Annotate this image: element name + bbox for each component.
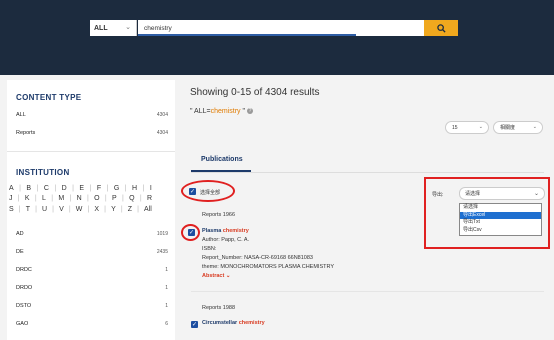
alpha-letter[interactable]: A	[9, 184, 14, 194]
institution-item-dsto[interactable]: DSTO 1	[16, 303, 168, 309]
result-title[interactable]: Circumstellar chemistry	[202, 320, 265, 326]
alpha-letter[interactable]: Y	[111, 205, 116, 215]
alpha-letter[interactable]: J	[9, 194, 13, 204]
export-option[interactable]: 导出Txt	[460, 219, 541, 227]
alpha-letter[interactable]: Q	[129, 194, 134, 204]
institution-heading: INSTITUTION	[16, 168, 70, 177]
alpha-letter[interactable]: X	[94, 205, 99, 215]
export-select[interactable]: 请选择 ⌄	[459, 187, 545, 200]
export-option[interactable]: 请选择	[460, 204, 541, 212]
alpha-letter[interactable]: T	[26, 205, 30, 215]
institution-item-drdo[interactable]: DRDO 1	[16, 285, 168, 291]
alpha-letter[interactable]: I	[150, 184, 152, 194]
alphabet-row: J | K | L | M | N | O | P | Q | R	[9, 194, 152, 204]
alpha-letter[interactable]: U	[42, 205, 47, 215]
export-option-excel[interactable]: 导出Excel	[460, 211, 541, 219]
institution-item-drdc[interactable]: DRDC 1	[16, 267, 168, 273]
alpha-letter[interactable]: D	[62, 184, 67, 194]
chevron-down-icon: ⌄	[478, 124, 483, 130]
tab-divider	[191, 172, 544, 173]
result-theme: theme: MONOCHROMATORS PLASMA CHEMISTRY	[202, 264, 335, 270]
alpha-letter[interactable]: K	[25, 194, 30, 204]
search-scope-select[interactable]: ALL ⌄	[90, 20, 137, 36]
export-options-list: 请选择 导出Excel 导出Txt 导出Csv	[459, 203, 542, 236]
alpha-letter[interactable]: W	[76, 205, 83, 215]
search-scope-value: ALL	[94, 24, 108, 32]
alpha-letter[interactable]: M	[58, 194, 64, 204]
result-type-year: Reports 1988	[202, 305, 236, 311]
institution-item-ad[interactable]: AD 1019	[16, 231, 168, 237]
query-keyword: chemistry	[210, 108, 241, 115]
result-title[interactable]: Plasma chemistry	[202, 228, 249, 234]
result-checkbox[interactable]: ✓	[191, 321, 198, 328]
institution-item-de[interactable]: DE 2435	[16, 249, 168, 255]
alpha-letter[interactable]: F	[97, 184, 101, 194]
chevron-down-icon: ⌄	[125, 24, 131, 31]
chevron-down-icon: ⌄	[532, 124, 537, 130]
alpha-letter[interactable]: H	[132, 184, 137, 194]
select-all-label: 选择全部	[200, 190, 221, 196]
export-label: 导出:	[432, 192, 444, 198]
query-summary: " ALL=chemistry "?	[190, 108, 253, 115]
abstract-toggle[interactable]: Abstract ⌄	[202, 273, 230, 279]
alpha-letter[interactable]: N	[77, 194, 82, 204]
alpha-letter[interactable]: L	[42, 194, 46, 204]
result-divider	[191, 291, 544, 292]
alpha-letter[interactable]: S	[9, 205, 14, 215]
alpha-letter[interactable]: V	[59, 205, 64, 215]
result-author: Author: Papp, C. A.	[202, 237, 250, 243]
select-all-checkbox[interactable]: ✓	[189, 188, 196, 195]
alpha-letter[interactable]: C	[44, 184, 49, 194]
export-option[interactable]: 导出Csv	[460, 227, 541, 235]
top-header	[0, 0, 554, 75]
alphabet-filter: A | B | C | D | E | F | G | H | I J | K | L | M | N |…	[9, 184, 161, 215]
alpha-letter[interactable]: All	[144, 205, 152, 215]
search-input-underline	[138, 34, 356, 36]
results-count: Showing 0-15 of 4304 results	[190, 87, 320, 98]
content-type-item-all[interactable]: ALL 4304	[16, 112, 168, 118]
alpha-letter[interactable]: Z	[128, 205, 132, 215]
alphabet-row: S | T | U | V | W | X | Y | Z | All	[9, 205, 152, 215]
sort-select[interactable]: 相關度 ⌄	[493, 121, 543, 134]
search-icon	[436, 23, 446, 33]
search-button[interactable]	[424, 20, 458, 36]
result-checkbox[interactable]: ✓	[188, 229, 195, 236]
content-type-heading: CONTENT TYPE	[16, 93, 82, 102]
page-size-select[interactable]: 15 ⌄	[445, 121, 489, 134]
tab-publications[interactable]: Publications	[201, 156, 243, 163]
alpha-letter[interactable]: E	[79, 184, 84, 194]
result-isbn: ISBN:	[202, 246, 217, 252]
result-type-year: Reports 1966	[202, 212, 236, 218]
chevron-down-icon: ⌄	[533, 191, 539, 197]
alpha-letter[interactable]: G	[114, 184, 119, 194]
alpha-letter[interactable]: R	[147, 194, 152, 204]
divider	[7, 151, 175, 152]
result-report-number: Report_Number: NASA-CR-69168 66N81083	[202, 255, 313, 261]
institution-item-gao[interactable]: GAO 6	[16, 321, 168, 327]
alpha-letter[interactable]: O	[94, 194, 99, 204]
alpha-letter[interactable]: P	[112, 194, 117, 204]
alphabet-row: A | B | C | D | E | F | G | H | I	[9, 184, 152, 194]
content-type-item-reports[interactable]: Reports 4304	[16, 130, 168, 136]
help-icon[interactable]: ?	[246, 108, 253, 114]
alpha-letter[interactable]: B	[26, 184, 31, 194]
chevron-down-icon: ⌄	[225, 273, 231, 279]
